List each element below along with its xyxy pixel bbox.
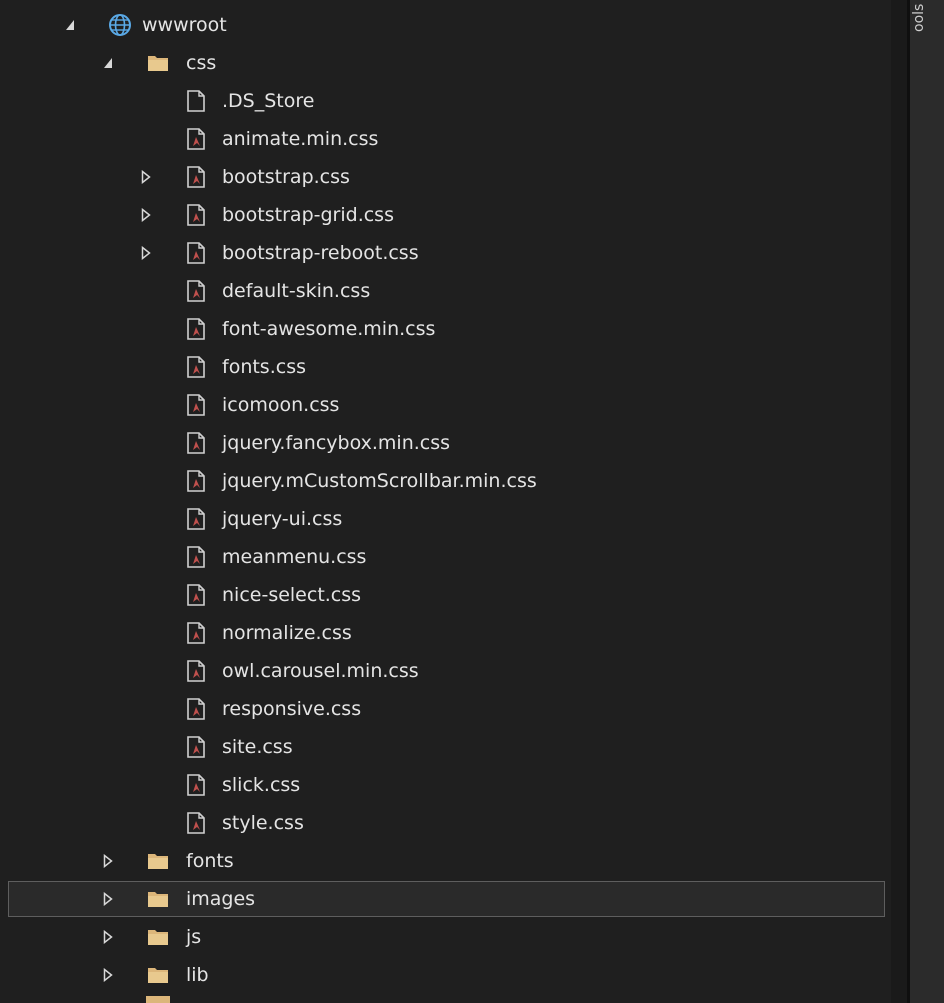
css-file-icon (187, 204, 205, 226)
css-file-icon (187, 356, 205, 378)
tree-item-css-file[interactable]: font-awesome.min.css (8, 311, 885, 347)
side-tab-rail (910, 0, 944, 1003)
tree-item-js-folder[interactable]: js (8, 919, 885, 955)
tree-item-label: responsive.css (222, 698, 362, 720)
tree-item-fonts-folder[interactable]: fonts (8, 843, 885, 879)
tree-item-css-file[interactable]: jquery-ui.css (8, 501, 885, 537)
tree-item-css-file[interactable]: animate.min.css (8, 121, 885, 157)
tree-item-label: wwwroot (142, 14, 227, 36)
tree-item-css-file[interactable]: owl.carousel.min.css (8, 653, 885, 689)
tree-item-css-file[interactable]: default-skin.css (8, 273, 885, 309)
tree-item-ds-store[interactable]: .DS_Store (8, 83, 885, 119)
tree-item-label: nice-select.css (222, 584, 362, 606)
tree-item-label: font-awesome.min.css (222, 318, 436, 340)
css-file-icon (187, 318, 205, 340)
tree-item-wwwroot[interactable]: wwwroot (8, 7, 885, 43)
collapsed-arrow-icon[interactable] (141, 246, 151, 260)
tree-item-css-file[interactable]: jquery.fancybox.min.css (8, 425, 885, 461)
css-file-icon (187, 508, 205, 530)
tree-item-css-folder[interactable]: css (8, 45, 885, 81)
side-tab-tools[interactable]: ools (911, 4, 944, 64)
tree-item-label: lib (186, 964, 209, 986)
tree-item-label: images (186, 888, 256, 910)
tree-item-css-file[interactable]: style.css (8, 805, 885, 841)
collapsed-arrow-icon[interactable] (103, 892, 113, 906)
tree-item-css-file[interactable]: nice-select.css (8, 577, 885, 613)
tree-item-css-file[interactable]: meanmenu.css (8, 539, 885, 575)
css-file-icon (187, 546, 205, 568)
css-file-icon (187, 660, 205, 682)
tree-item-label: normalize.css (222, 622, 352, 644)
css-file-icon (187, 736, 205, 758)
collapsed-arrow-icon[interactable] (141, 208, 151, 222)
css-file-icon (187, 470, 205, 492)
collapsed-arrow-icon[interactable] (103, 854, 113, 868)
tree-item-lib-folder[interactable]: lib (8, 957, 885, 993)
tree-item-label: bootstrap.css (222, 166, 350, 188)
tree-item-label: bootstrap-grid.css (222, 204, 394, 226)
css-file-icon (187, 166, 205, 188)
tree-item-label: .DS_Store (222, 90, 315, 112)
tree-item-css-file[interactable]: responsive.css (8, 691, 885, 727)
tree-item-css-file[interactable]: normalize.css (8, 615, 885, 651)
partial-folder-icon (146, 996, 170, 1003)
css-file-icon (187, 812, 205, 834)
vertical-scrollbar[interactable] (891, 0, 907, 1003)
tree-item-css-file[interactable]: slick.css (8, 767, 885, 803)
tree-item-label: fonts (186, 850, 234, 872)
collapsed-arrow-icon[interactable] (141, 170, 151, 184)
folder-icon (148, 930, 168, 945)
tree-item-css-file[interactable]: bootstrap-grid.css (8, 197, 885, 233)
tree-item-css-file[interactable]: bootstrap.css (8, 159, 885, 195)
tree-item-label: css (186, 52, 217, 74)
css-file-icon (187, 394, 205, 416)
css-file-icon (187, 242, 205, 264)
collapsed-arrow-icon[interactable] (103, 968, 113, 982)
css-file-icon (187, 584, 205, 606)
folder-icon (148, 854, 168, 869)
expanded-arrow-icon[interactable] (65, 18, 75, 32)
solution-explorer-tree: wwwroot css .DS_Store animate.min.css bo… (0, 0, 891, 1003)
globe-icon (109, 14, 131, 36)
folder-icon (148, 968, 168, 983)
css-file-icon (187, 128, 205, 150)
tree-item-label: site.css (222, 736, 293, 758)
folder-icon (148, 892, 168, 907)
tree-item-label: jquery.mCustomScrollbar.min.css (222, 470, 537, 492)
tree-item-label: icomoon.css (222, 394, 340, 416)
tree-item-label: meanmenu.css (222, 546, 367, 568)
tree-item-label: default-skin.css (222, 280, 371, 302)
tree-item-label: bootstrap-reboot.css (222, 242, 419, 264)
tree-item-label: jquery-ui.css (222, 508, 343, 530)
tree-item-css-file[interactable]: site.css (8, 729, 885, 765)
tree-item-label: slick.css (222, 774, 301, 796)
tree-item-label: js (186, 926, 202, 948)
tree-item-label: fonts.css (222, 356, 306, 378)
css-file-icon (187, 280, 205, 302)
css-file-icon (187, 698, 205, 720)
tree-item-label: style.css (222, 812, 304, 834)
css-file-icon (187, 432, 205, 454)
file-icon (187, 90, 205, 112)
collapsed-arrow-icon[interactable] (103, 930, 113, 944)
tree-item-css-file[interactable]: fonts.css (8, 349, 885, 385)
css-file-icon (187, 774, 205, 796)
tree-item-images-folder[interactable]: images (8, 881, 885, 917)
tree-item-label: jquery.fancybox.min.css (222, 432, 451, 454)
folder-icon (148, 56, 168, 71)
expanded-arrow-icon[interactable] (103, 56, 113, 70)
tree-item-css-file[interactable]: icomoon.css (8, 387, 885, 423)
tree-item-css-file[interactable]: bootstrap-reboot.css (8, 235, 885, 271)
tree-item-css-file[interactable]: jquery.mCustomScrollbar.min.css (8, 463, 885, 499)
tree-item-label: owl.carousel.min.css (222, 660, 419, 682)
tree-item-label: animate.min.css (222, 128, 379, 150)
css-file-icon (187, 622, 205, 644)
